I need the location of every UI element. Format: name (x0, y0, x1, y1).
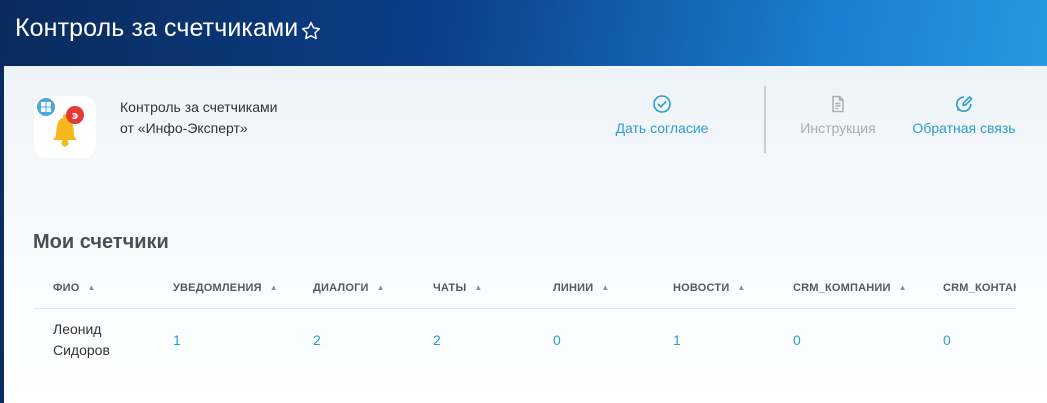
edit-bubble-icon (954, 96, 974, 117)
row-value-news[interactable]: 1 (673, 332, 681, 348)
app-panel: э Контроль за счетчиками от «Инфо-Экспер… (4, 66, 1047, 403)
app-title: Контроль за счетчиками от «Инфо-Эксперт» (120, 97, 277, 139)
counters-table: ФИО ▲ УВЕДОМЛЕНИЯ ▲ ДИАЛОГИ ▲ ЧАТЫ ▲ ЛИНИИ ▲ … (34, 274, 1016, 374)
row-value-notifications[interactable]: 1 (173, 332, 181, 348)
column-header-crm-companies[interactable]: CRM_КОМПАНИИ ▲ (793, 282, 907, 294)
sort-arrow-icon: ▲ (474, 283, 483, 292)
sort-arrow-icon: ▲ (601, 283, 610, 292)
consent-button[interactable]: Дать согласие (606, 94, 718, 136)
svg-text:э: э (72, 109, 79, 122)
row-value-crm-companies[interactable]: 0 (793, 332, 801, 348)
guide-button[interactable]: Инструкция (794, 94, 882, 136)
app-title-line2: от «Инфо-Эксперт» (120, 120, 248, 136)
sort-arrow-icon: ▲ (87, 283, 96, 292)
row-value-crm-contacts[interactable]: 0 (943, 332, 951, 348)
column-header-lines[interactable]: ЛИНИИ ▲ (553, 282, 610, 294)
table-header-divider (34, 308, 1016, 309)
sort-arrow-icon: ▲ (898, 283, 907, 292)
row-value-dialogs[interactable]: 2 (313, 332, 321, 348)
sort-arrow-icon: ▲ (269, 283, 278, 292)
column-header-news[interactable]: НОВОСТИ ▲ (673, 282, 746, 294)
row-value-chats[interactable]: 2 (433, 332, 441, 348)
feedback-label: Обратная связь (912, 120, 1016, 136)
column-header-dialogs[interactable]: ДИАЛОГИ ▲ (313, 282, 385, 294)
row-name: Леонид Сидоров (53, 321, 110, 358)
star-icon[interactable] (300, 20, 322, 42)
section-title: Мои счетчики (33, 231, 169, 253)
bell-app-icon: э (34, 96, 96, 158)
feedback-button[interactable]: Обратная связь (906, 94, 1022, 136)
row-value-lines[interactable]: 0 (553, 332, 561, 348)
column-header-name[interactable]: ФИО ▲ (53, 282, 96, 294)
page-title: Контроль за счетчиками (15, 14, 299, 42)
divider (764, 86, 766, 153)
top-header: Контроль за счетчиками (0, 0, 1047, 66)
document-icon (828, 95, 848, 117)
sort-arrow-icon: ▲ (737, 283, 746, 292)
sort-arrow-icon: ▲ (376, 283, 385, 292)
check-circle-icon (652, 95, 672, 117)
app-title-line1: Контроль за счетчиками (120, 99, 278, 115)
consent-label: Дать согласие (615, 120, 709, 136)
column-header-crm-contacts[interactable]: CRM_КОНТАКТ (943, 282, 1016, 294)
column-header-notifications[interactable]: УВЕДОМЛЕНИЯ ▲ (173, 282, 278, 294)
column-header-chats[interactable]: ЧАТЫ ▲ (433, 282, 483, 294)
guide-label: Инструкция (800, 120, 876, 136)
